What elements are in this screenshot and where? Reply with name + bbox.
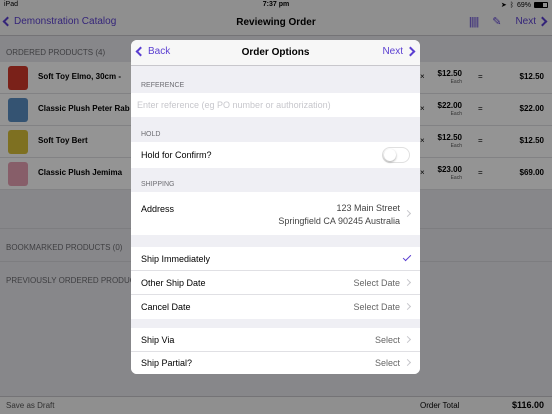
other-ship-date-label: Other Ship Date [141, 278, 206, 288]
chevron-right-icon [403, 302, 412, 311]
cancel-date-cell[interactable]: Cancel Date Select Date [131, 295, 420, 319]
hold-header: HOLD [141, 131, 161, 138]
reference-cell [131, 93, 420, 117]
hold-label: Hold for Confirm? [141, 150, 212, 160]
toggle-knob [384, 149, 396, 161]
ship-via-label: Ship Via [141, 335, 175, 345]
ship-partial-cell[interactable]: Ship Partial? Select [131, 352, 420, 374]
other-ship-date-value: Select Date [353, 278, 400, 288]
chevron-right-icon [403, 358, 412, 367]
address-line-2: Springfield CA 90245 Australia [278, 216, 400, 226]
order-options-modal: Back Order Options Next REFERENCE HOLD H… [131, 40, 420, 374]
shipping-header: SHIPPING [141, 181, 175, 188]
checkmark-icon [402, 252, 412, 262]
modal-navbar: Back Order Options Next [131, 40, 420, 66]
chevron-left-icon [135, 46, 146, 57]
cancel-date-label: Cancel Date [141, 302, 191, 312]
cancel-date-value: Select Date [353, 302, 400, 312]
address-cell[interactable]: Address 123 Main Street Springfield CA 9… [131, 192, 420, 235]
ship-via-cell[interactable]: Ship Via Select [131, 328, 420, 352]
modal-next-label: Next [382, 46, 403, 57]
ship-partial-value: Select [374, 358, 400, 368]
ship-immediately-cell[interactable]: Ship Immediately [131, 247, 420, 271]
ship-immediately-label: Ship Immediately [141, 254, 211, 264]
other-ship-date-cell[interactable]: Other Ship Date Select Date [131, 271, 420, 295]
address-line-1: 123 Main Street [336, 203, 400, 213]
chevron-right-icon [405, 46, 416, 57]
modal-back-label: Back [148, 46, 171, 57]
hold-toggle[interactable] [382, 147, 410, 163]
reference-header: REFERENCE [141, 82, 185, 89]
modal-next-button[interactable]: Next [382, 46, 416, 57]
chevron-right-icon [403, 278, 412, 287]
modal-title: Order Options [241, 47, 310, 58]
ship-partial-label: Ship Partial? [141, 358, 193, 368]
ship-via-value: Select [374, 335, 400, 345]
chevron-right-icon [403, 335, 412, 344]
reference-input[interactable] [137, 97, 407, 113]
modal-back-button[interactable]: Back [135, 46, 171, 57]
address-label: Address [141, 204, 175, 214]
hold-cell: Hold for Confirm? [131, 142, 420, 168]
chevron-right-icon [403, 209, 412, 218]
